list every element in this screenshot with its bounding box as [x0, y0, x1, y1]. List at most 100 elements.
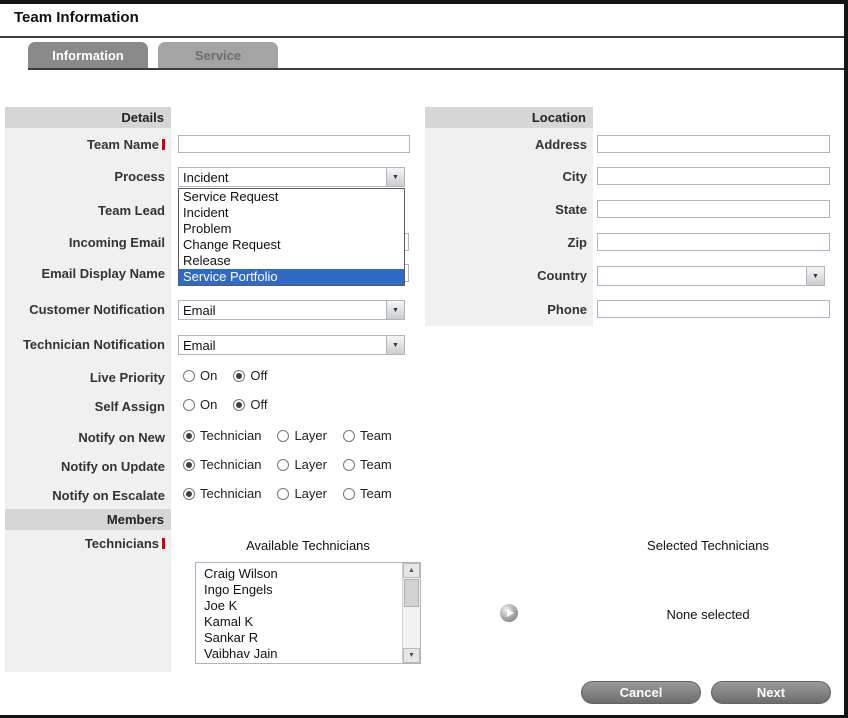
notify-on-update-label: Notify on Update — [5, 459, 165, 475]
notify-on-new-label: Notify on New — [5, 430, 165, 446]
scrollbar-down-icon[interactable]: ▼ — [403, 648, 420, 663]
notify-on-update-layer-radio[interactable] — [277, 459, 289, 471]
notify-on-new-option-team: Team — [343, 428, 392, 443]
self-assign-radio-group: On Off — [183, 397, 283, 412]
phone-label: Phone — [425, 302, 587, 318]
notify-on-new-option-layer: Layer — [277, 428, 327, 443]
state-label: State — [425, 202, 587, 218]
self-assign-off-radio[interactable] — [233, 399, 245, 411]
notify-on-new-technician-label: Technician — [200, 428, 261, 443]
notify-on-new-option-technician: Technician — [183, 428, 261, 443]
process-option-service-request[interactable]: Service Request — [179, 189, 404, 205]
notify-on-escalate-layer-radio[interactable] — [277, 488, 289, 500]
customer-notification-select[interactable]: Email ▼ — [178, 300, 405, 320]
live-priority-option-on: On — [183, 368, 217, 383]
process-option-service-portfolio[interactable]: Service Portfolio — [179, 269, 404, 285]
cancel-button[interactable]: Cancel — [581, 681, 701, 704]
incoming-email-label: Incoming Email — [5, 235, 165, 251]
next-button[interactable]: Next — [711, 681, 831, 704]
notify-on-escalate-radio-group: Technician Layer Team — [183, 486, 408, 501]
notify-on-escalate-option-technician: Technician — [183, 486, 261, 501]
self-assign-off-label: Off — [250, 397, 267, 412]
technician-list-item[interactable]: Vaibhav Jain — [196, 646, 402, 662]
country-dropdown-arrow-icon[interactable]: ▼ — [806, 267, 824, 285]
notify-on-new-layer-label: Layer — [294, 428, 327, 443]
technician-list-item[interactable]: Sankar R — [196, 630, 402, 646]
available-technicians-list: Craig Wilson Ingo Engels Joe K Kamal K S… — [195, 562, 421, 664]
live-priority-on-radio[interactable] — [183, 370, 195, 382]
notify-on-new-team-radio[interactable] — [343, 430, 355, 442]
live-priority-off-radio[interactable] — [233, 370, 245, 382]
self-assign-on-radio[interactable] — [183, 399, 195, 411]
notify-on-new-layer-radio[interactable] — [277, 430, 289, 442]
notify-on-update-technician-radio[interactable] — [183, 459, 195, 471]
technician-list-item[interactable]: Ingo Engels — [196, 582, 402, 598]
address-input[interactable] — [597, 135, 830, 153]
notify-on-update-technician-label: Technician — [200, 457, 261, 472]
team-name-label: Team Name — [5, 137, 165, 153]
live-priority-label: Live Priority — [5, 370, 165, 386]
notify-on-update-team-radio[interactable] — [343, 459, 355, 471]
live-priority-off-label: Off — [250, 368, 267, 383]
state-input[interactable] — [597, 200, 830, 218]
notify-on-escalate-technician-label: Technician — [200, 486, 261, 501]
selected-technicians-header: Selected Technicians — [600, 538, 816, 553]
available-technicians-items: Craig Wilson Ingo Engels Joe K Kamal K S… — [196, 563, 402, 663]
notify-on-escalate-layer-label: Layer — [294, 486, 327, 501]
list-scrollbar[interactable]: ▲ ▼ — [402, 563, 420, 663]
process-option-release[interactable]: Release — [179, 253, 404, 269]
team-lead-label: Team Lead — [5, 203, 165, 219]
self-assign-label: Self Assign — [5, 399, 165, 415]
move-right-button[interactable] — [500, 604, 518, 622]
tab-service[interactable]: Service — [158, 42, 278, 68]
team-information-window: Team Information Information Service Det… — [0, 0, 848, 718]
country-select[interactable]: ▼ — [597, 266, 825, 286]
details-label-column — [5, 128, 171, 509]
location-section-header: Location — [425, 107, 593, 128]
technician-list-item[interactable]: Joe K — [196, 598, 402, 614]
zip-input[interactable] — [597, 233, 830, 251]
notify-on-escalate-team-radio[interactable] — [343, 488, 355, 500]
notify-on-update-radio-group: Technician Layer Team — [183, 457, 408, 472]
tab-information[interactable]: Information — [28, 42, 148, 68]
notify-on-new-technician-radio[interactable] — [183, 430, 195, 442]
process-option-change-request[interactable]: Change Request — [179, 237, 404, 253]
technician-notification-dropdown-arrow-icon[interactable]: ▼ — [386, 336, 404, 354]
scrollbar-up-icon[interactable]: ▲ — [403, 563, 420, 578]
country-label: Country — [425, 268, 587, 284]
details-header-label: Details — [121, 110, 164, 125]
technician-list-item[interactable]: Craig Wilson — [196, 566, 402, 582]
scrollbar-thumb[interactable] — [404, 579, 419, 607]
process-option-incident[interactable]: Incident — [179, 205, 404, 221]
technician-list-item[interactable]: Kamal K — [196, 614, 402, 630]
details-section-header: Details — [5, 107, 171, 128]
process-dropdown-arrow-icon[interactable]: ▼ — [386, 168, 404, 186]
notify-on-new-radio-group: Technician Layer Team — [183, 428, 408, 443]
team-name-input[interactable] — [178, 135, 410, 153]
customer-notification-dropdown-arrow-icon[interactable]: ▼ — [386, 301, 404, 319]
none-selected-text: None selected — [600, 607, 816, 622]
notify-on-update-option-technician: Technician — [183, 457, 261, 472]
members-header-label: Members — [107, 512, 164, 527]
city-input[interactable] — [597, 167, 830, 185]
process-option-problem[interactable]: Problem — [179, 221, 404, 237]
technician-notification-value: Email — [179, 338, 386, 353]
technician-notification-select[interactable]: Email ▼ — [178, 335, 405, 355]
customer-notification-value: Email — [179, 303, 386, 318]
phone-input[interactable] — [597, 300, 830, 318]
notify-on-escalate-option-team: Team — [343, 486, 392, 501]
location-header-label: Location — [532, 110, 586, 125]
process-select[interactable]: Incident ▼ — [178, 167, 405, 187]
customer-notification-label: Customer Notification — [5, 302, 165, 318]
title-divider — [0, 36, 844, 38]
process-select-value: Incident — [179, 170, 386, 185]
process-label: Process — [5, 169, 165, 185]
live-priority-option-off: Off — [233, 368, 267, 383]
notify-on-escalate-technician-radio[interactable] — [183, 488, 195, 500]
play-right-icon — [507, 609, 514, 617]
location-label-column — [425, 128, 593, 326]
notify-on-escalate-team-label: Team — [360, 486, 392, 501]
page-title: Team Information — [14, 9, 139, 26]
notify-on-new-team-label: Team — [360, 428, 392, 443]
notify-on-update-layer-label: Layer — [294, 457, 327, 472]
